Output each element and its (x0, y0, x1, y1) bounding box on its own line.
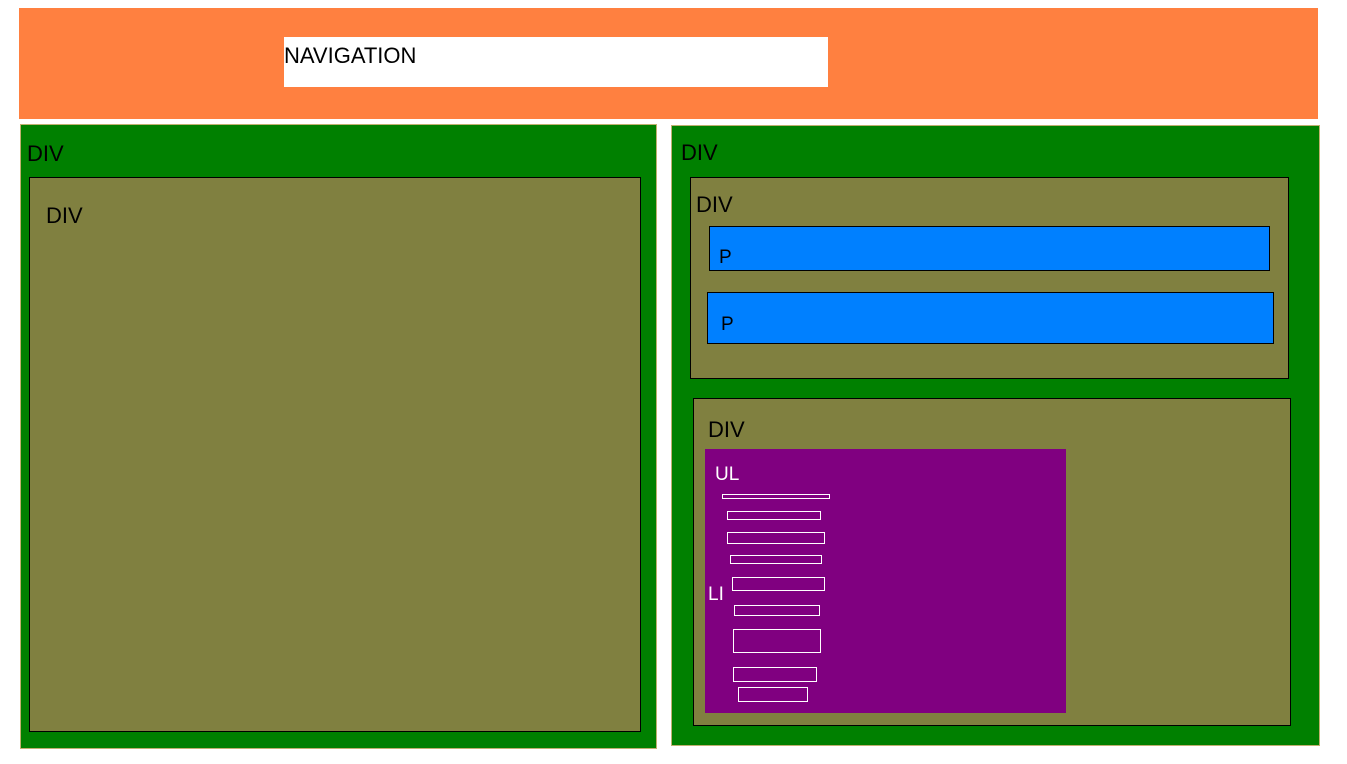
paragraph-label: P (721, 314, 734, 335)
right-top-div-label: DIV (696, 192, 733, 217)
right-div-label: DIV (681, 140, 718, 165)
right-bottom-div-label: DIV (708, 417, 745, 442)
list-item (727, 532, 825, 544)
navigation-label: NAVIGATION (284, 43, 417, 68)
list-item (722, 494, 830, 499)
list-item (732, 577, 825, 591)
paragraph-block (709, 226, 1270, 271)
paragraph-label: P (719, 247, 732, 268)
unordered-list-label: UL (715, 464, 740, 485)
list-item (730, 555, 822, 564)
left-inner-div-label: DIV (46, 203, 83, 228)
list-item-label: LI (708, 584, 724, 605)
left-div-label: DIV (27, 141, 64, 166)
list-item (733, 629, 821, 653)
list-item (734, 605, 820, 616)
list-item (733, 667, 817, 682)
list-item (738, 687, 808, 702)
paragraph-block (707, 292, 1274, 344)
left-inner-div (29, 177, 641, 732)
right-top-div (690, 177, 1289, 379)
list-item (727, 511, 821, 520)
